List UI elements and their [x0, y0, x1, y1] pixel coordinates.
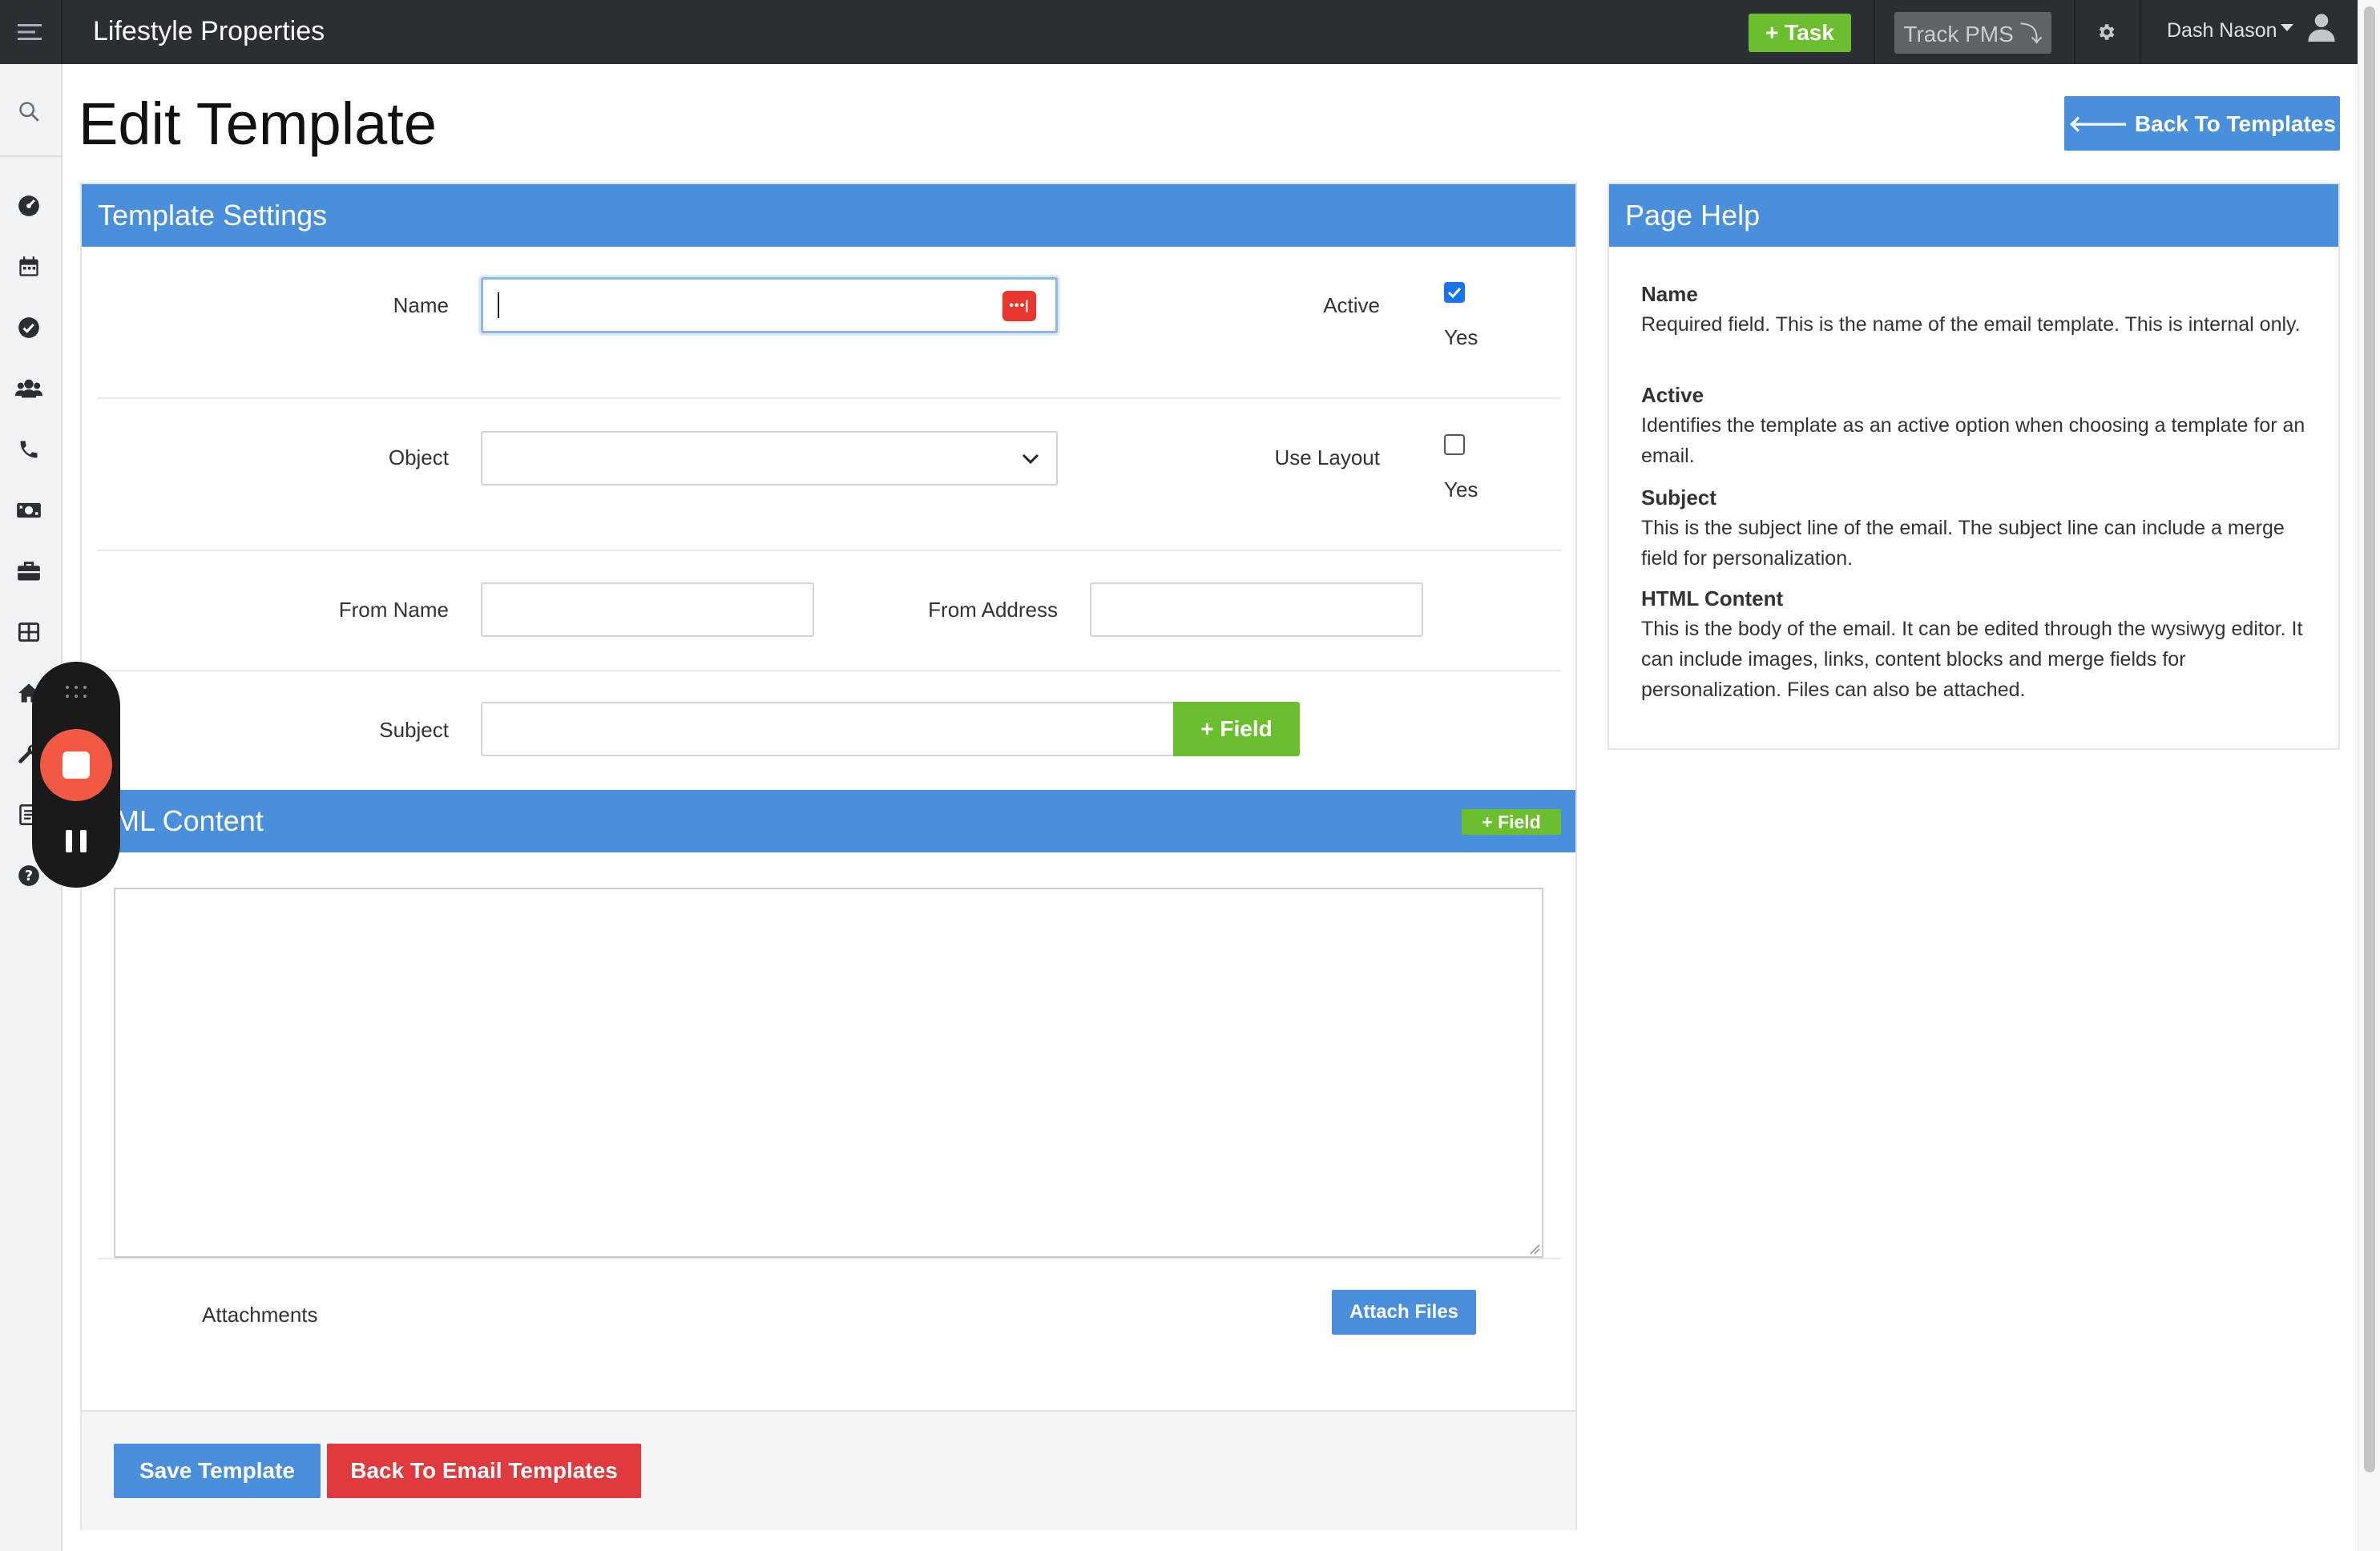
html-content-heading: TML Content + Field [82, 790, 1575, 852]
user-menu[interactable]: Dash Nason [2167, 19, 2277, 42]
phone-icon[interactable] [15, 436, 42, 463]
settings-button[interactable] [2088, 14, 2124, 50]
dashboard-icon[interactable] [15, 192, 42, 220]
svg-text:?: ? [25, 868, 33, 884]
page-scrollbar[interactable] [2358, 0, 2380, 1551]
use-layout-checkbox[interactable] [1444, 434, 1465, 455]
attachments-label: Attachments [202, 1303, 318, 1327]
help-html-title: HTML Content [1641, 586, 1784, 610]
add-task-button[interactable]: + Task [1749, 14, 1851, 52]
template-settings-heading: Template Settings [82, 184, 1575, 247]
form-footer: Save Template Back To Email Templates [82, 1410, 1575, 1530]
save-template-button[interactable]: Save Template [114, 1444, 321, 1498]
subject-label: Subject [379, 718, 449, 742]
row-divider [98, 397, 1561, 399]
object-label: Object [388, 445, 449, 469]
pause-icon-bar [80, 830, 87, 852]
back-to-email-templates-button[interactable]: Back To Email Templates [327, 1444, 641, 1498]
page-title: Edit Template [79, 91, 437, 157]
help-active-text: Identifies the template as an active opt… [1641, 414, 2305, 467]
html-add-field-button[interactable]: + Field [1462, 809, 1561, 835]
stop-recording-button[interactable] [40, 729, 112, 801]
active-label: Active [1323, 293, 1380, 317]
help-name-title: Name [1641, 282, 1698, 306]
back-to-templates-button[interactable]: 🡐 Back To Templates [2064, 96, 2340, 151]
attach-files-button[interactable]: Attach Files [1332, 1290, 1476, 1335]
name-label: Name [393, 293, 449, 317]
menu-icon [18, 24, 42, 40]
help-name-text: Required field. This is the name of the … [1641, 313, 2301, 336]
use-layout-yes-label: Yes [1444, 477, 1478, 502]
topbar-divider [2140, 0, 2141, 64]
active-yes-label: Yes [1444, 325, 1478, 349]
page-help-panel: Page Help Name Required field. This is t… [1608, 183, 2340, 750]
pause-icon-bar [66, 830, 72, 852]
user-icon[interactable] [2308, 13, 2335, 42]
name-input[interactable]: •••| [481, 277, 1058, 333]
help-subject-text: This is the subject line of the email. T… [1641, 517, 2285, 570]
page-help-heading: Page Help [1609, 184, 2338, 247]
row-divider [98, 1258, 1561, 1259]
row-divider [98, 670, 1561, 671]
scrollbar-thumb[interactable] [2364, 6, 2375, 1472]
html-content-title: TML Content [98, 804, 264, 837]
from-address-label: From Address [928, 598, 1058, 622]
search-icon[interactable] [15, 98, 42, 125]
caret-down-icon[interactable] [2281, 24, 2293, 31]
topbar-divider [1874, 0, 1875, 64]
chevron-down-icon [1022, 453, 1039, 465]
html-content-editor[interactable] [114, 888, 1543, 1258]
screen-recorder-widget [32, 662, 120, 888]
resize-handle-icon[interactable] [1527, 1242, 1540, 1255]
help-active-title: Active [1641, 383, 1704, 407]
gear-icon [2099, 24, 2115, 40]
checkmark-icon [1447, 287, 1462, 299]
check-circle-icon[interactable] [15, 314, 42, 341]
password-manager-icon[interactable]: •••| [1002, 291, 1036, 321]
subject-input[interactable] [481, 702, 1175, 756]
help-html-text: This is the body of the email. It can be… [1641, 618, 2303, 701]
use-layout-label: Use Layout [1274, 445, 1380, 469]
calendar-icon[interactable] [15, 253, 42, 280]
stop-icon [63, 751, 90, 779]
money-icon[interactable] [15, 497, 42, 524]
from-name-input[interactable] [481, 582, 814, 637]
object-select[interactable] [481, 431, 1058, 485]
sidebar-divider [0, 155, 63, 157]
app-title[interactable]: Lifestyle Properties [93, 16, 325, 47]
top-navbar: Lifestyle Properties + Task Track PMS ⤵ … [0, 0, 2380, 64]
pause-recording-button[interactable] [66, 830, 87, 852]
table-icon[interactable] [15, 618, 42, 646]
users-icon[interactable] [15, 375, 42, 402]
from-name-label: From Name [338, 598, 449, 622]
text-caret [498, 292, 499, 318]
from-address-input[interactable] [1090, 582, 1423, 637]
row-divider [98, 550, 1561, 551]
help-subject-title: Subject [1641, 485, 1716, 510]
active-checkbox[interactable] [1444, 282, 1465, 303]
subject-add-field-button[interactable]: + Field [1173, 702, 1300, 756]
menu-toggle-button[interactable] [0, 0, 63, 64]
briefcase-icon[interactable] [15, 558, 42, 585]
track-pms-button[interactable]: Track PMS ⤵ [1894, 12, 2051, 54]
drag-handle-icon[interactable] [64, 684, 88, 700]
template-settings-panel: Template Settings Name •••| Active Yes O… [80, 183, 1577, 1530]
topbar-divider [2074, 0, 2075, 64]
